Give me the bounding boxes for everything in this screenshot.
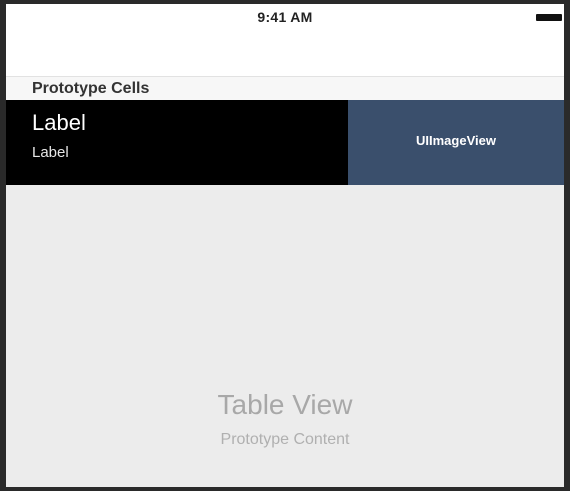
- image-view-label: UIImageView: [416, 133, 496, 148]
- section-header: Prototype Cells: [6, 76, 564, 100]
- cell-subtitle-label: Label: [32, 144, 69, 161]
- cell-title-label: Label: [32, 110, 86, 135]
- section-header-label: Prototype Cells: [32, 80, 150, 97]
- prototype-cell[interactable]: Label Label UIImageView: [6, 100, 564, 185]
- battery-icon: [536, 14, 562, 21]
- cell-image-view: UIImageView: [348, 100, 564, 185]
- navigation-bar: [6, 34, 564, 76]
- status-time: 9:41 AM: [257, 9, 313, 25]
- table-view-placeholder-title: Table View: [217, 389, 353, 420]
- device-frame: 9:41 AM Prototype Cells Label Label UIIm…: [0, 0, 570, 491]
- table-view-body[interactable]: Table View Prototype Content: [6, 185, 564, 487]
- table-view-placeholder-subtitle: Prototype Content: [220, 431, 350, 448]
- status-bar: 9:41 AM: [6, 4, 564, 34]
